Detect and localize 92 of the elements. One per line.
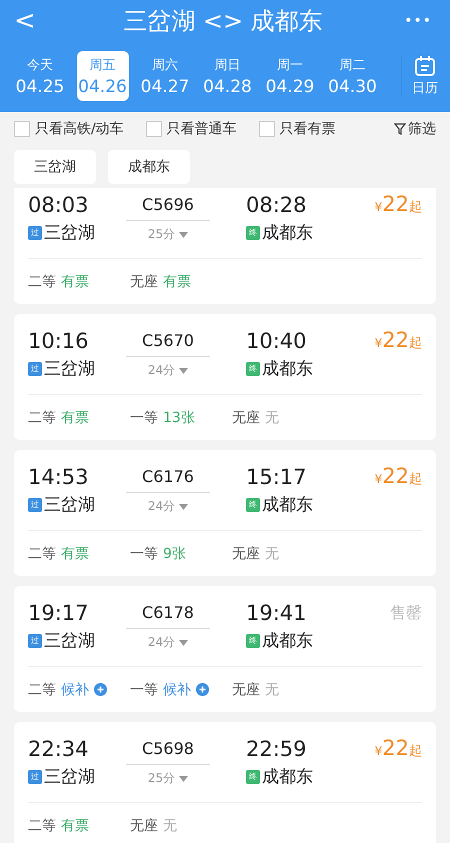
plus-icon[interactable] bbox=[94, 683, 107, 696]
station-chip[interactable]: 成都东 bbox=[108, 150, 190, 184]
dropdown-icon[interactable] bbox=[179, 232, 188, 238]
train-number: C5696 bbox=[126, 192, 210, 221]
arrival-time: 15:17 bbox=[246, 464, 307, 490]
calendar-icon bbox=[414, 55, 436, 77]
seat-class: 二等 bbox=[28, 408, 56, 426]
seat-status: 候补 bbox=[61, 680, 89, 698]
sold-out-label: 售罄 bbox=[390, 602, 422, 624]
filter-button[interactable]: 筛选 bbox=[394, 120, 436, 138]
filter-checkbox[interactable]: 只看有票 bbox=[258, 120, 336, 138]
seat-class: 无座 bbox=[232, 680, 260, 698]
duration: 24分 bbox=[148, 498, 176, 515]
train-card[interactable]: 14:53 过 三岔湖 C6176 24分 15:17 终 成都东 ¥22起 二等 有票 一等 9张 无座 无 bbox=[14, 450, 436, 576]
train-card[interactable]: 08:03 过 三岔湖 C5696 25分 08:28 终 成都东 ¥22起 二等 有票 无座 有票 bbox=[14, 188, 436, 304]
seat-status: 有票 bbox=[61, 272, 89, 290]
train-number: C5670 bbox=[126, 328, 210, 357]
departure-time: 10:16 bbox=[28, 328, 89, 354]
pass-tag: 过 bbox=[28, 498, 42, 512]
train-card[interactable]: 10:16 过 三岔湖 C5670 24分 10:40 终 成都东 ¥22起 二等 有票 一等 13张 无座 无 bbox=[14, 314, 436, 440]
filter-checkbox[interactable]: 只看高铁/动车 bbox=[14, 120, 124, 138]
price: ¥22起 bbox=[374, 328, 422, 354]
seat-status: 有票 bbox=[61, 408, 89, 426]
arrival-time: 22:59 bbox=[246, 736, 307, 762]
station-name: 成都东 bbox=[262, 222, 313, 244]
seat-class: 无座 bbox=[232, 544, 260, 562]
seat-status: 无 bbox=[265, 680, 279, 698]
seat-class: 二等 bbox=[28, 272, 56, 290]
seat-class: 二等 bbox=[28, 680, 56, 698]
price: ¥22起 bbox=[374, 192, 422, 218]
pass-tag: 过 bbox=[28, 362, 42, 376]
terminal-tag: 终 bbox=[246, 634, 260, 648]
duration: 24分 bbox=[148, 634, 176, 651]
seat-class: 一等 bbox=[130, 544, 158, 562]
dropdown-icon[interactable] bbox=[179, 504, 188, 510]
station-name: 成都东 bbox=[262, 630, 313, 652]
filter-checkbox[interactable]: 只看普通车 bbox=[146, 120, 237, 138]
seat-status: 有票 bbox=[61, 544, 89, 562]
seat-class: 无座 bbox=[130, 816, 158, 834]
station-name: 成都东 bbox=[262, 766, 313, 788]
departure-time: 14:53 bbox=[28, 464, 89, 490]
train-number: C5698 bbox=[126, 736, 210, 765]
terminal-tag: 终 bbox=[246, 226, 260, 240]
train-number: C6176 bbox=[126, 464, 210, 493]
dropdown-icon[interactable] bbox=[179, 368, 188, 374]
train-card[interactable]: 22:34 过 三岔湖 C5698 25分 22:59 终 成都东 ¥22起 二等 有票 无座 无 bbox=[14, 722, 436, 843]
duration: 25分 bbox=[148, 770, 176, 787]
pass-tag: 过 bbox=[28, 770, 42, 784]
route-title: 三岔湖 <> 成都东 bbox=[123, 6, 323, 37]
terminal-tag: 终 bbox=[246, 498, 260, 512]
seat-status: 候补 bbox=[163, 680, 191, 698]
departure-time: 22:34 bbox=[28, 736, 89, 762]
price: ¥22起 bbox=[374, 464, 422, 490]
duration: 24分 bbox=[148, 362, 176, 379]
dropdown-icon[interactable] bbox=[179, 776, 188, 782]
seat-status: 无 bbox=[265, 408, 279, 426]
seat-status: 有票 bbox=[61, 816, 89, 834]
terminal-tag: 终 bbox=[246, 770, 260, 784]
pass-tag: 过 bbox=[28, 226, 42, 240]
train-card[interactable]: 19:17 过 三岔湖 C6178 24分 19:41 终 成都东 售罄 二等 候补 一等 候补 无座 无 bbox=[14, 586, 436, 712]
seat-status: 无 bbox=[163, 816, 177, 834]
station-name: 三岔湖 bbox=[44, 494, 95, 516]
seat-status: 13张 bbox=[163, 408, 195, 426]
seat-class: 一等 bbox=[130, 408, 158, 426]
plus-icon[interactable] bbox=[196, 683, 209, 696]
dropdown-icon[interactable] bbox=[179, 640, 188, 646]
departure-time: 08:03 bbox=[28, 192, 89, 218]
station-name: 三岔湖 bbox=[44, 358, 95, 380]
seat-status: 无 bbox=[265, 544, 279, 562]
station-name: 成都东 bbox=[262, 494, 313, 516]
station-name: 成都东 bbox=[262, 358, 313, 380]
seat-class: 一等 bbox=[130, 680, 158, 698]
station-name: 三岔湖 bbox=[44, 222, 95, 244]
seat-class: 二等 bbox=[28, 816, 56, 834]
terminal-tag: 终 bbox=[246, 362, 260, 376]
arrival-time: 10:40 bbox=[246, 328, 307, 354]
station-name: 三岔湖 bbox=[44, 766, 95, 788]
seat-status: 9张 bbox=[163, 544, 186, 562]
seat-class: 无座 bbox=[232, 408, 260, 426]
station-name: 三岔湖 bbox=[44, 630, 95, 652]
train-number: C6178 bbox=[126, 600, 210, 629]
funnel-icon bbox=[394, 122, 406, 134]
departure-time: 19:17 bbox=[28, 600, 89, 626]
price: ¥22起 bbox=[374, 736, 422, 762]
station-chip[interactable]: 三岔湖 bbox=[14, 150, 96, 184]
seat-status: 有票 bbox=[163, 272, 191, 290]
duration: 25分 bbox=[148, 226, 176, 243]
pass-tag: 过 bbox=[28, 634, 42, 648]
arrival-time: 08:28 bbox=[246, 192, 307, 218]
arrival-time: 19:41 bbox=[246, 600, 307, 626]
seat-class: 二等 bbox=[28, 544, 56, 562]
seat-class: 无座 bbox=[130, 272, 158, 290]
